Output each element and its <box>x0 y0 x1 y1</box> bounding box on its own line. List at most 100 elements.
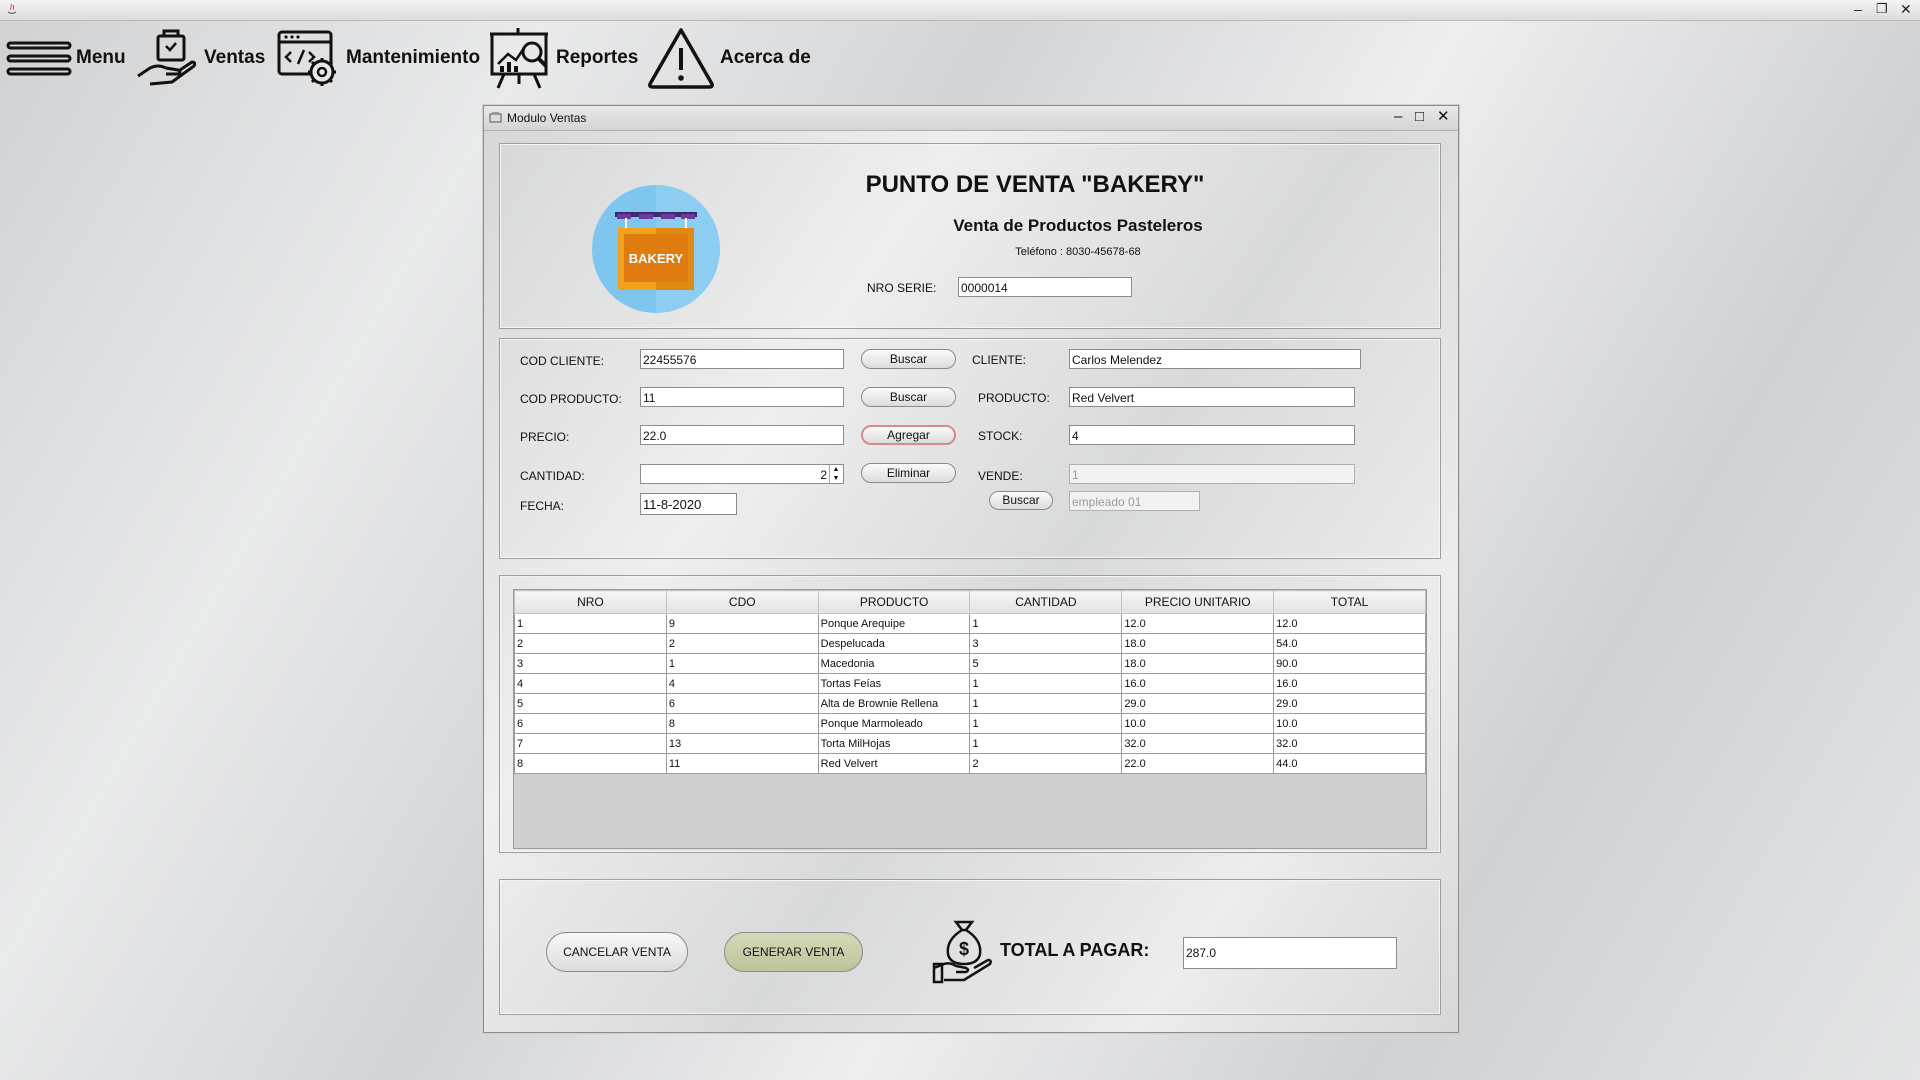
menu-item-mantenimiento[interactable]: Mantenimiento <box>276 22 480 94</box>
menu-item-acerca-de[interactable]: Acerca de <box>646 22 811 94</box>
menu-item-reportes[interactable]: Reportes <box>488 22 638 94</box>
precio-field[interactable]: 22.0 <box>640 425 844 445</box>
ventas-table: NRO CDO PRODUCTO CANTIDAD PRECIO UNITARI… <box>514 590 1426 774</box>
column-header-total[interactable]: TOTAL <box>1273 590 1426 614</box>
table-cell: 6 <box>665 693 819 714</box>
column-header-cdo[interactable]: CDO <box>665 590 819 614</box>
stock-field[interactable]: 4 <box>1069 425 1355 445</box>
restore-window-icon[interactable]: ❐ <box>1876 0 1888 18</box>
table-cell: 1 <box>665 653 819 674</box>
hamburger-icon <box>6 41 72 76</box>
table-row[interactable]: 7 13 Torta MilHojas 1 32.0 32.0 <box>514 733 1426 754</box>
producto-label: PRODUCTO: <box>978 391 1050 405</box>
generar-venta-button[interactable]: GENERAR VENTA <box>724 932 863 972</box>
code-gear-icon <box>277 30 336 86</box>
table-row[interactable]: 8 11 Red Velvert 2 22.0 44.0 <box>514 753 1426 774</box>
table-cell: 32.0 <box>1273 733 1426 754</box>
table-header-row: NRO CDO PRODUCTO CANTIDAD PRECIO UNITARI… <box>514 590 1426 614</box>
mantenimiento-label: Mantenimiento <box>346 47 481 68</box>
table-row[interactable]: 1 9 Ponque Arequipe 1 12.0 12.0 <box>514 613 1426 634</box>
reportes-label: Reportes <box>556 47 639 68</box>
menu-item-menu[interactable]: Menu <box>6 22 126 94</box>
column-header-nro[interactable]: NRO <box>514 590 667 614</box>
table-cell: 9 <box>665 613 819 634</box>
table-cell: 1 <box>514 613 667 634</box>
table-cell: 2 <box>665 633 819 654</box>
cantidad-spinner[interactable]: 2 ▲ ▼ <box>640 464 844 484</box>
table-cell: 2 <box>969 753 1123 774</box>
menu-item-ventas[interactable]: Ventas <box>136 22 265 94</box>
cliente-field[interactable]: Carlos Melendez <box>1069 349 1361 369</box>
table-cell: 5 <box>514 693 667 714</box>
table-row[interactable]: 4 4 Tortas Feías 1 16.0 16.0 <box>514 673 1426 694</box>
buscar-cliente-button[interactable]: Buscar <box>861 349 956 369</box>
cod-cliente-field[interactable]: 22455576 <box>640 349 844 369</box>
column-header-cantidad[interactable]: CANTIDAD <box>969 590 1123 614</box>
nro-serie-field[interactable]: 0000014 <box>958 277 1132 297</box>
cod-cliente-label: COD CLIENTE: <box>520 354 605 368</box>
cod-producto-field[interactable]: 11 <box>640 387 844 407</box>
table-cell: 16.0 <box>1121 673 1275 694</box>
table-cell: 16.0 <box>1273 673 1426 694</box>
table-row[interactable]: 5 6 Alta de Brownie Rellena 1 29.0 29.0 <box>514 693 1426 714</box>
table-cell: 4 <box>665 673 819 694</box>
producto-field[interactable]: Red Velvert <box>1069 387 1355 407</box>
buscar-empleado-button[interactable]: Buscar <box>989 491 1053 510</box>
agregar-button[interactable]: Agregar <box>861 425 956 445</box>
table-cell: 12.0 <box>1121 613 1275 634</box>
table-cell: 1 <box>969 733 1123 754</box>
column-header-producto[interactable]: PRODUCTO <box>817 590 971 614</box>
cantidad-value: 2 <box>820 468 827 482</box>
total-field[interactable]: 287.0 <box>1183 937 1397 969</box>
main-menubar: Menu Ventas Mantenimiento Reportes Acerc… <box>0 22 900 94</box>
stock-label: STOCK: <box>978 429 1023 443</box>
frame-maximize-icon[interactable]: □ <box>1415 108 1424 126</box>
table-cell: 29.0 <box>1121 693 1275 714</box>
ventas-table-scrollpane[interactable]: NRO CDO PRODUCTO CANTIDAD PRECIO UNITARI… <box>513 589 1427 849</box>
minimize-window-icon[interactable]: – <box>1854 0 1862 18</box>
frame-title-text: Modulo Ventas <box>507 111 587 125</box>
table-row[interactable]: 3 1 Macedonia 5 18.0 90.0 <box>514 653 1426 674</box>
bakery-logo-icon: BAKERY <box>592 185 720 313</box>
logo-text: BAKERY <box>629 251 684 266</box>
frame-app-icon <box>489 112 502 123</box>
table-row[interactable]: 6 8 Ponque Marmoleado 1 10.0 10.0 <box>514 713 1426 734</box>
frame-minimize-icon[interactable]: – <box>1394 108 1402 126</box>
table-cell: Ponque Arequipe <box>817 613 971 634</box>
table-cell: 18.0 <box>1121 633 1275 654</box>
table-cell: 10.0 <box>1273 713 1426 734</box>
frame-close-icon[interactable]: ✕ <box>1437 108 1450 126</box>
table-cell: 18.0 <box>1121 653 1275 674</box>
svg-text:$: $ <box>959 939 969 959</box>
spinner-up-icon[interactable]: ▲ <box>829 465 842 474</box>
table-row[interactable]: 2 2 Despelucada 3 18.0 54.0 <box>514 633 1426 654</box>
modulo-ventas-titlebar[interactable]: Modulo Ventas – □ ✕ <box>484 106 1458 131</box>
table-cell: 32.0 <box>1121 733 1275 754</box>
eliminar-button[interactable]: Eliminar <box>861 463 956 483</box>
phone-text: Teléfono : 8030-45678-68 <box>1015 246 1141 258</box>
header-panel: BAKERY PUNTO DE VENTA "BAKERY" Venta de … <box>499 143 1441 329</box>
table-cell: 54.0 <box>1273 633 1426 654</box>
table-cell: 10.0 <box>1121 713 1275 734</box>
column-header-precio-unitario[interactable]: PRECIO UNITARIO <box>1121 590 1275 614</box>
cantidad-label: CANTIDAD: <box>520 469 585 483</box>
hand-bag-icon <box>137 29 197 86</box>
table-cell: 6 <box>514 713 667 734</box>
fecha-label: FECHA: <box>520 499 565 513</box>
form-panel: COD CLIENTE: 22455576 Buscar CLIENTE: Ca… <box>499 338 1441 559</box>
spinner-down-icon[interactable]: ▼ <box>829 474 842 483</box>
fecha-field[interactable]: 11-8-2020 <box>640 493 737 515</box>
buscar-producto-button[interactable]: Buscar <box>861 387 956 407</box>
cod-producto-label: COD PRODUCTO: <box>520 392 622 406</box>
precio-label: PRECIO: <box>520 430 570 444</box>
cancelar-venta-button[interactable]: CANCELAR VENTA <box>546 932 688 972</box>
close-window-icon[interactable]: ✕ <box>1900 0 1912 18</box>
frame-body: BAKERY PUNTO DE VENTA "BAKERY" Venta de … <box>484 131 1458 1032</box>
table-cell: Alta de Brownie Rellena <box>817 693 971 714</box>
table-cell: 1 <box>969 713 1123 734</box>
java-app-icon <box>7 3 17 15</box>
table-cell: 22.0 <box>1121 753 1275 774</box>
table-cell: Tortas Feías <box>817 673 971 694</box>
table-panel: NRO CDO PRODUCTO CANTIDAD PRECIO UNITARI… <box>499 575 1441 853</box>
empleado-field: empleado 01 <box>1069 491 1200 511</box>
